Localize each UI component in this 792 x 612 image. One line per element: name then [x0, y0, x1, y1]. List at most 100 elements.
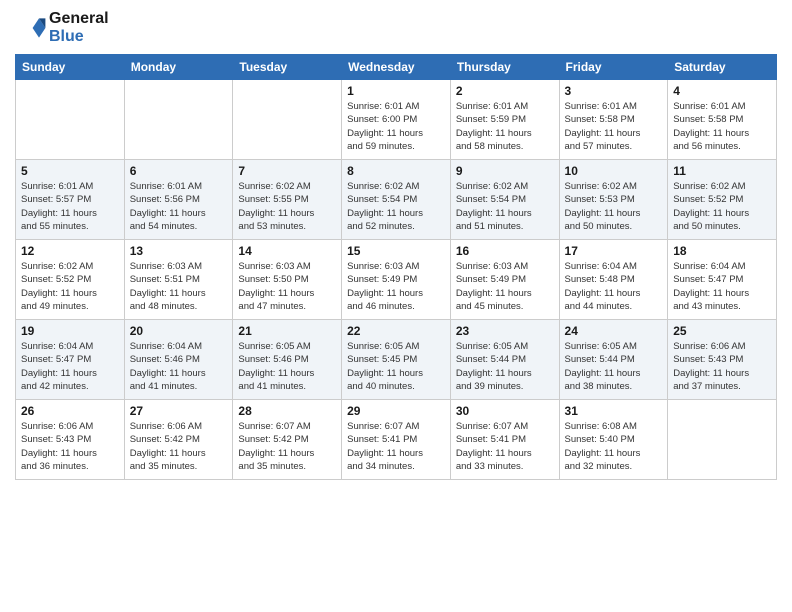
day-number: 22 [347, 324, 445, 338]
day-number: 18 [673, 244, 771, 258]
calendar-cell: 10 Sunrise: 6:02 AM Sunset: 5:53 PM Dayli… [559, 160, 668, 240]
day-info: Sunrise: 6:07 AM Sunset: 5:41 PM Dayligh… [347, 420, 445, 473]
calendar-cell: 15 Sunrise: 6:03 AM Sunset: 5:49 PM Dayli… [342, 240, 451, 320]
calendar-cell: 1 Sunrise: 6:01 AM Sunset: 6:00 PM Daylig… [342, 80, 451, 160]
calendar-cell: 7Sunrise: 6:02 AM Sunset: 5:55 PM Daylig… [233, 160, 342, 240]
calendar-week-2: 5Sunrise: 6:01 AM Sunset: 5:57 PM Daylig… [16, 160, 777, 240]
day-number: 31 [565, 404, 663, 418]
day-info: Sunrise: 6:05 AM Sunset: 5:46 PM Dayligh… [238, 340, 336, 393]
calendar-cell: 31 Sunrise: 6:08 AM Sunset: 5:40 PM Dayli… [559, 400, 668, 480]
day-number: 21 [238, 324, 336, 338]
day-info: Sunrise: 6:01 AM Sunset: 6:00 PM Dayligh… [347, 100, 445, 153]
day-info: Sunrise: 6:07 AM Sunset: 5:42 PM Dayligh… [238, 420, 336, 473]
calendar-table: SundayMondayTuesdayWednesdayThursdayFrid… [15, 54, 777, 480]
day-info: Sunrise: 6:04 AM Sunset: 5:46 PM Dayligh… [130, 340, 228, 393]
calendar-header-row: SundayMondayTuesdayWednesdayThursdayFrid… [16, 55, 777, 80]
day-info: Sunrise: 6:04 AM Sunset: 5:47 PM Dayligh… [673, 260, 771, 313]
calendar-cell: 17 Sunrise: 6:04 AM Sunset: 5:48 PM Dayli… [559, 240, 668, 320]
calendar-cell: 26 Sunrise: 6:06 AM Sunset: 5:43 PM Dayli… [16, 400, 125, 480]
day-info: Sunrise: 6:01 AM Sunset: 5:59 PM Dayligh… [456, 100, 554, 153]
day-number: 24 [565, 324, 663, 338]
day-info: Sunrise: 6:08 AM Sunset: 5:40 PM Dayligh… [565, 420, 663, 473]
calendar-cell: 25Sunrise: 6:06 AM Sunset: 5:43 PM Dayli… [668, 320, 777, 400]
weekday-header-saturday: Saturday [668, 55, 777, 80]
day-number: 30 [456, 404, 554, 418]
day-number: 13 [130, 244, 228, 258]
day-info: Sunrise: 6:05 AM Sunset: 5:44 PM Dayligh… [456, 340, 554, 393]
day-info: Sunrise: 6:05 AM Sunset: 5:45 PM Dayligh… [347, 340, 445, 393]
calendar-cell [668, 400, 777, 480]
day-info: Sunrise: 6:06 AM Sunset: 5:43 PM Dayligh… [21, 420, 119, 473]
weekday-header-tuesday: Tuesday [233, 55, 342, 80]
day-number: 2 [456, 84, 554, 98]
weekday-header-thursday: Thursday [450, 55, 559, 80]
calendar-cell: 20 Sunrise: 6:04 AM Sunset: 5:46 PM Dayli… [124, 320, 233, 400]
day-number: 19 [21, 324, 119, 338]
calendar-week-1: 1 Sunrise: 6:01 AM Sunset: 6:00 PM Daylig… [16, 80, 777, 160]
calendar-cell: 28 Sunrise: 6:07 AM Sunset: 5:42 PM Dayli… [233, 400, 342, 480]
calendar-cell: 27 Sunrise: 6:06 AM Sunset: 5:42 PM Dayli… [124, 400, 233, 480]
logo-icon [15, 12, 47, 44]
day-number: 26 [21, 404, 119, 418]
day-info: Sunrise: 6:01 AM Sunset: 5:57 PM Dayligh… [21, 180, 119, 233]
weekday-header-sunday: Sunday [16, 55, 125, 80]
day-info: Sunrise: 6:02 AM Sunset: 5:52 PM Dayligh… [21, 260, 119, 313]
calendar-week-3: 12Sunrise: 6:02 AM Sunset: 5:52 PM Dayli… [16, 240, 777, 320]
day-info: Sunrise: 6:03 AM Sunset: 5:49 PM Dayligh… [347, 260, 445, 313]
day-info: Sunrise: 6:01 AM Sunset: 5:56 PM Dayligh… [130, 180, 228, 233]
day-number: 7 [238, 164, 336, 178]
header: General Blue [15, 10, 777, 46]
calendar-cell: 9Sunrise: 6:02 AM Sunset: 5:54 PM Daylig… [450, 160, 559, 240]
day-number: 27 [130, 404, 228, 418]
day-info: Sunrise: 6:02 AM Sunset: 5:54 PM Dayligh… [456, 180, 554, 233]
day-number: 23 [456, 324, 554, 338]
day-info: Sunrise: 6:02 AM Sunset: 5:54 PM Dayligh… [347, 180, 445, 233]
calendar-cell: 22 Sunrise: 6:05 AM Sunset: 5:45 PM Dayli… [342, 320, 451, 400]
day-number: 1 [347, 84, 445, 98]
calendar-cell: 16 Sunrise: 6:03 AM Sunset: 5:49 PM Dayli… [450, 240, 559, 320]
calendar-cell: 3Sunrise: 6:01 AM Sunset: 5:58 PM Daylig… [559, 80, 668, 160]
calendar-cell: 5Sunrise: 6:01 AM Sunset: 5:57 PM Daylig… [16, 160, 125, 240]
calendar-cell [16, 80, 125, 160]
calendar-week-5: 26 Sunrise: 6:06 AM Sunset: 5:43 PM Dayli… [16, 400, 777, 480]
day-info: Sunrise: 6:04 AM Sunset: 5:47 PM Dayligh… [21, 340, 119, 393]
calendar-cell: 11Sunrise: 6:02 AM Sunset: 5:52 PM Dayli… [668, 160, 777, 240]
calendar-cell: 12Sunrise: 6:02 AM Sunset: 5:52 PM Dayli… [16, 240, 125, 320]
weekday-header-wednesday: Wednesday [342, 55, 451, 80]
calendar-cell: 6Sunrise: 6:01 AM Sunset: 5:56 PM Daylig… [124, 160, 233, 240]
calendar-cell: 2 Sunrise: 6:01 AM Sunset: 5:59 PM Daylig… [450, 80, 559, 160]
calendar-cell: 18 Sunrise: 6:04 AM Sunset: 5:47 PM Dayli… [668, 240, 777, 320]
day-info: Sunrise: 6:03 AM Sunset: 5:50 PM Dayligh… [238, 260, 336, 313]
day-info: Sunrise: 6:05 AM Sunset: 5:44 PM Dayligh… [565, 340, 663, 393]
day-number: 14 [238, 244, 336, 258]
day-info: Sunrise: 6:02 AM Sunset: 5:53 PM Dayligh… [565, 180, 663, 233]
calendar-cell: 23 Sunrise: 6:05 AM Sunset: 5:44 PM Dayli… [450, 320, 559, 400]
day-info: Sunrise: 6:07 AM Sunset: 5:41 PM Dayligh… [456, 420, 554, 473]
day-info: Sunrise: 6:04 AM Sunset: 5:48 PM Dayligh… [565, 260, 663, 313]
day-number: 20 [130, 324, 228, 338]
day-number: 28 [238, 404, 336, 418]
day-number: 15 [347, 244, 445, 258]
calendar-cell: 8 Sunrise: 6:02 AM Sunset: 5:54 PM Daylig… [342, 160, 451, 240]
day-info: Sunrise: 6:06 AM Sunset: 5:42 PM Dayligh… [130, 420, 228, 473]
calendar-cell: 14 Sunrise: 6:03 AM Sunset: 5:50 PM Dayli… [233, 240, 342, 320]
calendar-cell: 29Sunrise: 6:07 AM Sunset: 5:41 PM Dayli… [342, 400, 451, 480]
weekday-header-friday: Friday [559, 55, 668, 80]
day-info: Sunrise: 6:01 AM Sunset: 5:58 PM Dayligh… [565, 100, 663, 153]
day-info: Sunrise: 6:01 AM Sunset: 5:58 PM Dayligh… [673, 100, 771, 153]
day-info: Sunrise: 6:02 AM Sunset: 5:52 PM Dayligh… [673, 180, 771, 233]
weekday-header-monday: Monday [124, 55, 233, 80]
day-number: 4 [673, 84, 771, 98]
day-number: 8 [347, 164, 445, 178]
day-number: 25 [673, 324, 771, 338]
calendar-cell: 24 Sunrise: 6:05 AM Sunset: 5:44 PM Dayli… [559, 320, 668, 400]
calendar-cell: 21 Sunrise: 6:05 AM Sunset: 5:46 PM Dayli… [233, 320, 342, 400]
calendar-cell [233, 80, 342, 160]
day-number: 17 [565, 244, 663, 258]
calendar-cell: 4 Sunrise: 6:01 AM Sunset: 5:58 PM Daylig… [668, 80, 777, 160]
day-number: 16 [456, 244, 554, 258]
day-number: 10 [565, 164, 663, 178]
page: General Blue SundayMondayTuesdayWednesda… [0, 0, 792, 612]
logo-text: General Blue [49, 10, 109, 46]
day-info: Sunrise: 6:03 AM Sunset: 5:49 PM Dayligh… [456, 260, 554, 313]
